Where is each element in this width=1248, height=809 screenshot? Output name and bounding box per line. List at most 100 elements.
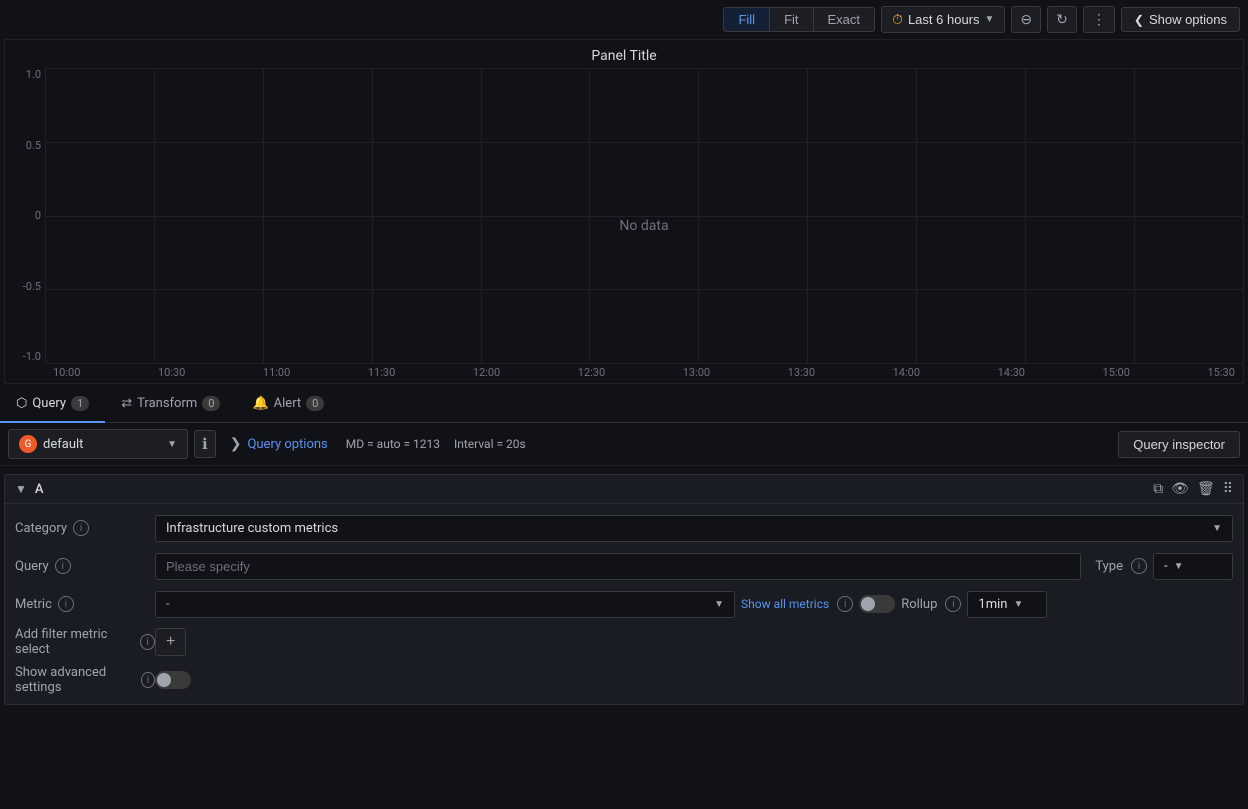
type-value: -	[1164, 559, 1168, 574]
grid-v-line	[589, 68, 590, 363]
query-inspector-button[interactable]: Query inspector	[1118, 431, 1240, 458]
no-data-label: No data	[619, 218, 668, 234]
category-select[interactable]: Infrastructure custom metrics ▼	[155, 515, 1233, 542]
query-tab-label: Query	[32, 396, 66, 411]
grid-v-line	[372, 68, 373, 363]
delete-icon[interactable]: 🗑	[1197, 481, 1215, 497]
view-mode-group: Fill Fit Exact	[723, 7, 875, 32]
metric-label: Metric i	[15, 596, 155, 612]
transform-tab-label: Transform	[137, 396, 197, 411]
metric-select[interactable]: - ▼	[155, 591, 735, 618]
grid-v-line	[45, 68, 46, 363]
advanced-settings-label: Show advanced settings i	[15, 665, 155, 695]
advanced-settings-row: Show advanced settings i	[15, 664, 1233, 696]
eye-icon[interactable]: 👁	[1171, 481, 1189, 497]
show-options-label: Show options	[1149, 12, 1227, 27]
metric-chevron-icon: ▼	[714, 599, 724, 610]
zoom-out-icon: ⊖	[1020, 11, 1032, 28]
query-form: Category i Infrastructure custom metrics…	[5, 504, 1243, 704]
query-field-label: Query i	[15, 558, 155, 574]
grid-v-line	[807, 68, 808, 363]
transform-tab-badge: 0	[202, 396, 220, 411]
metric-info-icon[interactable]: i	[58, 596, 74, 612]
advanced-info-icon[interactable]: i	[141, 672, 155, 688]
y-label-5: -1.0	[23, 350, 41, 363]
metric-control: - ▼ Show all metrics i Rollup i 1min ▼	[155, 591, 1233, 618]
alert-tab-badge: 0	[306, 396, 324, 411]
datasource-info-button[interactable]: ℹ	[194, 430, 216, 458]
show-all-info-icon[interactable]: i	[837, 596, 853, 612]
query-options-area: ❯ Query options MD = auto = 1213 Interva…	[222, 436, 1113, 452]
query-input-row: Query i Type i - ▼	[15, 550, 1233, 582]
metric-toggle[interactable]	[859, 595, 895, 613]
query-options-button[interactable]: Query options	[247, 437, 327, 452]
y-label-1: 1.0	[26, 68, 41, 81]
toggle-knob	[861, 597, 875, 611]
fit-button[interactable]: Fit	[770, 8, 813, 31]
grid-v-line	[698, 68, 699, 363]
grid-line	[45, 289, 1243, 290]
collapse-icon[interactable]: ▼	[15, 482, 27, 496]
more-icon: ⋮	[1092, 11, 1106, 28]
x-label: 14:30	[998, 366, 1025, 379]
time-range-label: Last 6 hours	[908, 12, 980, 27]
category-label: Category i	[15, 520, 155, 536]
fill-button[interactable]: Fill	[724, 8, 770, 31]
time-range-button[interactable]: ⏱ Last 6 hours ▼	[881, 6, 1005, 33]
query-row: G default ▼ ℹ ❯ Query options MD = auto …	[0, 423, 1248, 466]
tabs-bar: ⬡ Query 1 ⇄ Transform 0 🔔 Alert 0	[0, 386, 1248, 423]
metric-row: Metric i - ▼ Show all metrics i Rollup i…	[15, 588, 1233, 620]
type-info-icon[interactable]: i	[1131, 558, 1147, 574]
query-tab-icon: ⬡	[16, 396, 27, 411]
add-filter-button[interactable]: +	[155, 628, 186, 656]
show-options-button[interactable]: ❮ Show options	[1121, 7, 1240, 32]
rollup-label: Rollup	[901, 597, 937, 612]
grid-v-line	[263, 68, 264, 363]
add-filter-info-icon[interactable]: i	[140, 634, 155, 650]
add-filter-control: +	[155, 628, 1233, 656]
rollup-info-icon[interactable]: i	[945, 596, 961, 612]
tab-transform[interactable]: ⇄ Transform 0	[105, 386, 236, 423]
zoom-out-button[interactable]: ⊖	[1011, 6, 1041, 33]
rollup-value: 1min	[978, 597, 1007, 612]
category-row: Category i Infrastructure custom metrics…	[15, 512, 1233, 544]
grid-v-line	[1134, 68, 1135, 363]
query-input[interactable]	[155, 553, 1081, 580]
x-label: 12:00	[473, 366, 500, 379]
add-filter-row: Add filter metric select i +	[15, 626, 1233, 658]
advanced-settings-control	[155, 671, 1233, 689]
query-block-actions: ⧉ 👁 🗑 ⠿	[1153, 481, 1233, 497]
category-control: Infrastructure custom metrics ▼	[155, 515, 1233, 542]
advanced-settings-toggle[interactable]	[155, 671, 191, 689]
category-info-icon[interactable]: i	[73, 520, 89, 536]
type-select[interactable]: - ▼	[1153, 553, 1233, 580]
rollup-select[interactable]: 1min ▼	[967, 591, 1047, 618]
grid-v-line	[1243, 68, 1244, 363]
datasource-name: default	[43, 437, 83, 452]
grid-v-line	[916, 68, 917, 363]
x-label: 11:00	[263, 366, 290, 379]
grid-v-line	[1025, 68, 1026, 363]
query-info-icon[interactable]: i	[55, 558, 71, 574]
chart-x-axis: 10:00 10:30 11:00 11:30 12:00 12:30 13:0…	[45, 362, 1243, 383]
show-all-metrics-button[interactable]: Show all metrics	[741, 597, 829, 611]
more-options-button[interactable]: ⋮	[1083, 6, 1115, 33]
top-toolbar: Fill Fit Exact ⏱ Last 6 hours ▼ ⊖ ↻ ⋮ ❮ …	[0, 0, 1248, 39]
x-label: 10:30	[158, 366, 185, 379]
refresh-button[interactable]: ↻	[1047, 6, 1077, 33]
tab-query[interactable]: ⬡ Query 1	[0, 386, 105, 423]
exact-button[interactable]: Exact	[814, 8, 875, 31]
query-options-chevron-icon[interactable]: ❯	[230, 436, 242, 452]
x-label: 10:00	[53, 366, 80, 379]
category-chevron-icon: ▼	[1212, 523, 1222, 534]
datasource-select[interactable]: G default ▼	[8, 429, 188, 459]
datasource-chevron-icon: ▼	[167, 439, 177, 450]
tab-alert[interactable]: 🔔 Alert 0	[236, 386, 340, 423]
copy-icon[interactable]: ⧉	[1153, 481, 1163, 497]
x-label: 15:30	[1207, 366, 1234, 379]
y-label-4: -0.5	[23, 280, 41, 293]
rollup-chevron-icon: ▼	[1013, 599, 1023, 610]
drag-icon[interactable]: ⠿	[1223, 481, 1233, 497]
grid-v-line	[154, 68, 155, 363]
x-label: 11:30	[368, 366, 395, 379]
